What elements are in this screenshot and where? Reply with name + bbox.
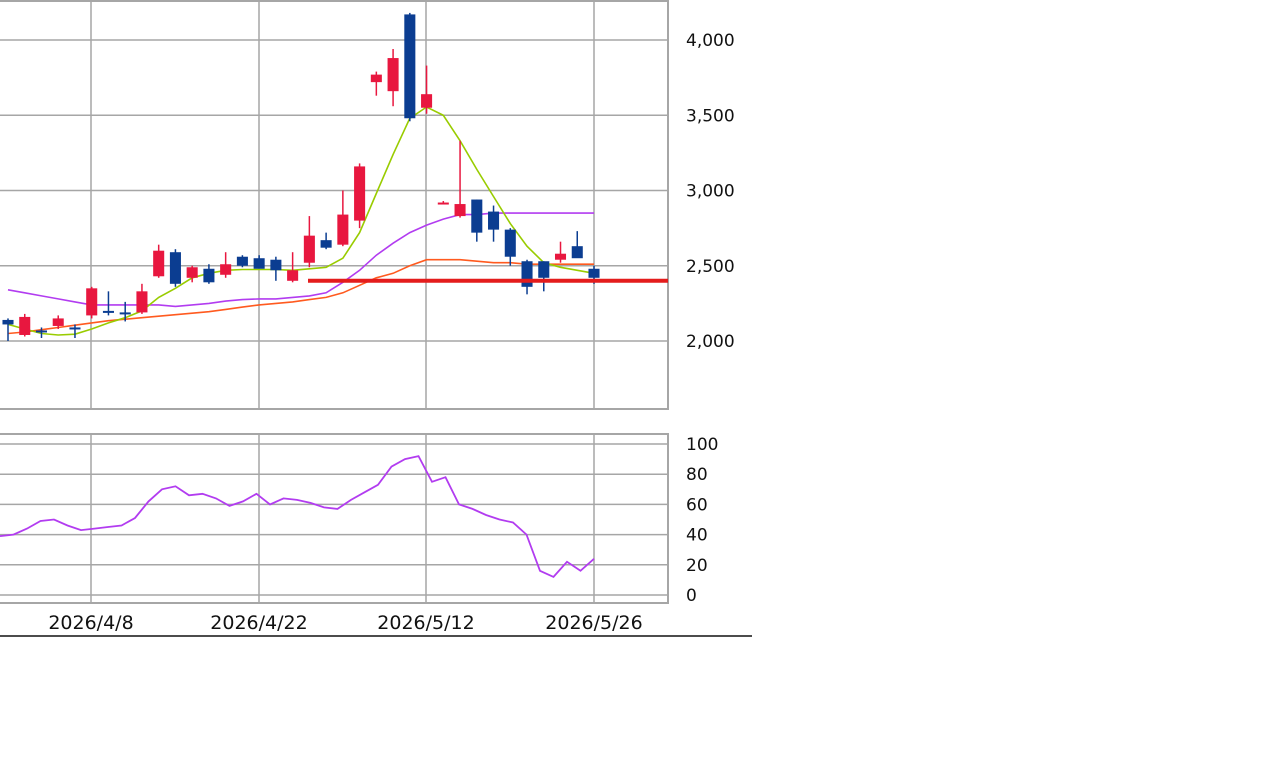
candle-body-down — [236, 256, 248, 266]
price-tick-label: 3,000 — [686, 182, 735, 202]
osc-panel-frame — [0, 433, 669, 604]
candle-body-up — [421, 94, 433, 108]
candle-body-down — [488, 211, 500, 230]
osc-tick-label: 20 — [686, 556, 708, 576]
candle-body-up — [337, 214, 349, 245]
candle-body-up — [303, 235, 315, 263]
price-panel-frame — [0, 0, 669, 410]
osc-tick-label: 60 — [686, 495, 708, 515]
oscillator-panel-grid — [0, 433, 669, 604]
candle-body-up — [370, 74, 382, 83]
stock-chart: 2,000 2,500 3,000 3,500 4,000 0 20 40 60 80 100 2… — [0, 0, 1280, 752]
candle-body-down — [2, 319, 14, 325]
candle-body-up — [437, 202, 449, 205]
osc-tick-label: 100 — [686, 435, 718, 455]
candle-body-down — [270, 259, 282, 271]
candle-body-down — [102, 310, 114, 313]
candle-body-up — [153, 250, 165, 277]
osc-tick-label: 80 — [686, 465, 708, 485]
candle-body-down — [320, 240, 332, 248]
candle-body-down — [588, 268, 600, 278]
osc-tick-label: 0 — [686, 586, 697, 606]
candle-body-down — [35, 330, 48, 333]
price-tick-label: 3,500 — [686, 106, 735, 126]
candle-body-up — [554, 253, 567, 260]
osc-tick-label: 40 — [686, 526, 708, 546]
candlestick-series — [2, 12, 600, 341]
date-tick-label: 2026/5/12 — [377, 612, 474, 634]
candle-body-down — [471, 199, 483, 233]
oscillator-axis-labels: 0 20 40 60 80 100 — [686, 435, 718, 606]
price-tick-label: 4,000 — [686, 31, 735, 51]
candle-body-down — [253, 258, 265, 269]
candle-body-up — [220, 264, 232, 275]
candle-body-up — [186, 267, 198, 278]
price-panel-grid — [0, 0, 669, 410]
candle-body-down — [538, 261, 550, 278]
date-axis-labels: 2026/4/8 2026/4/22 2026/5/12 2026/5/26 — [0, 612, 752, 637]
chart-canvas: 2,000 2,500 3,000 3,500 4,000 0 20 40 60 80 100 2… — [0, 0, 752, 637]
candle-body-down — [504, 229, 516, 257]
price-axis-labels: 2,000 2,500 3,000 3,500 4,000 — [686, 31, 735, 352]
candle-body-up — [354, 166, 366, 221]
date-tick-label: 2026/4/8 — [48, 612, 133, 634]
candle-body-up — [19, 316, 31, 335]
candle-body-up — [52, 318, 64, 326]
candle-body-up — [136, 291, 148, 313]
candle-body-down — [404, 14, 416, 119]
candle-body-down — [571, 246, 583, 259]
candle-body-down — [119, 312, 131, 315]
candle-body-down — [521, 261, 533, 287]
candle-body-down — [69, 327, 81, 330]
candle-body-up — [287, 270, 299, 281]
date-tick-label: 2026/4/22 — [210, 612, 307, 634]
candle-body-up — [454, 204, 466, 217]
price-tick-label: 2,000 — [686, 332, 735, 352]
candle-body-down — [169, 252, 181, 284]
date-tick-label: 2026/5/26 — [545, 612, 642, 634]
price-tick-label: 2,500 — [686, 257, 735, 277]
candle-body-up — [86, 288, 98, 316]
candle-body-up — [387, 58, 399, 92]
candle-body-down — [203, 268, 215, 283]
